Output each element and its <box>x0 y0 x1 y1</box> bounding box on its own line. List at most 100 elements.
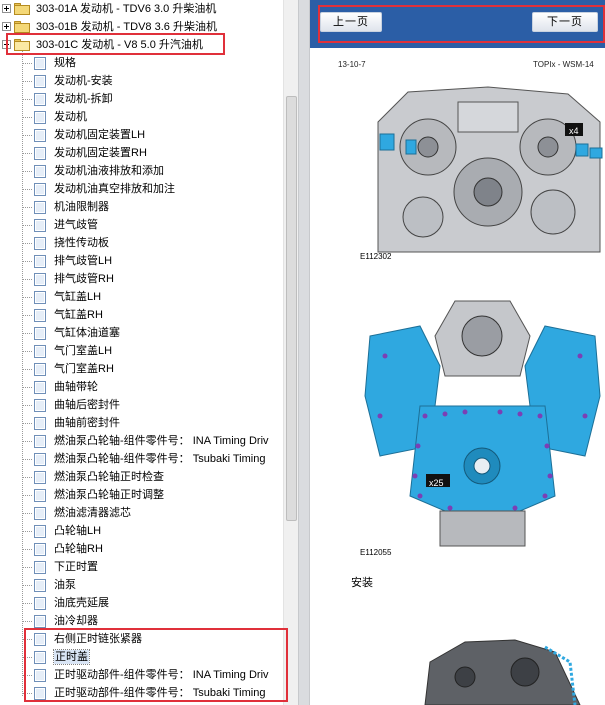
section-title: 安装 <box>351 576 373 589</box>
tree-item-label: 气缸盖RH <box>54 309 103 321</box>
tree-item-row[interactable]: 正时驱动部件-组件零件号： INA Timing Driv <box>0 666 283 684</box>
tree-item-label: 正时驱动部件-组件零件号： Tsubaki Timing <box>54 687 266 699</box>
tree-item-row[interactable]: 气缸盖LH <box>0 288 283 306</box>
tree-item-label: 右侧正时链张紧器 <box>54 633 142 645</box>
previous-page-button[interactable]: 上一页 <box>320 12 382 32</box>
tree-item-row[interactable]: 燃油滤清器滤芯 <box>0 504 283 522</box>
tree-connector <box>22 405 32 406</box>
navigation-tree: 303-01A 发动机 - TDV6 3.0 升柴油机 303-01B 发动机 -… <box>0 0 283 705</box>
tree-connector <box>22 315 32 316</box>
tree-item-row[interactable]: 气门室盖RH <box>0 360 283 378</box>
document-icon <box>34 111 46 124</box>
tree-item-label: 挠性传动板 <box>54 237 109 249</box>
document-icon <box>34 219 46 232</box>
tree-connector <box>22 693 32 694</box>
document-icon <box>34 201 46 214</box>
tree-connector <box>22 207 32 208</box>
tree-connector <box>22 189 32 190</box>
tree-item-row[interactable]: 曲轴前密封件 <box>0 414 283 432</box>
tree-connector <box>22 621 32 622</box>
document-icon <box>34 507 46 520</box>
tree-item-row[interactable]: 气缸体油道塞 <box>0 324 283 342</box>
tree-item-label: 燃油泵凸轮轴正时调整 <box>54 489 164 501</box>
tree-item-row[interactable]: 气缸盖RH <box>0 306 283 324</box>
document-icon <box>34 75 46 88</box>
document-icon <box>34 399 46 412</box>
document-icon <box>34 651 46 664</box>
tree-item-row[interactable]: 发动机固定装置LH <box>0 126 283 144</box>
folder-icon <box>14 21 30 33</box>
tree-item-row[interactable]: 发动机-安装 <box>0 72 283 90</box>
scrollbar-thumb[interactable] <box>286 96 297 521</box>
expand-toggle-icon[interactable] <box>2 4 11 13</box>
tree-connector <box>22 567 32 568</box>
tree-connector <box>22 423 32 424</box>
tree-item-row[interactable]: 凸轮轴LH <box>0 522 283 540</box>
tree-item-row[interactable]: 发动机油液排放和添加 <box>0 162 283 180</box>
tree-item-row[interactable]: 规格 <box>0 54 283 72</box>
tree-item-label: 凸轮轴RH <box>54 543 103 555</box>
tree-item-row[interactable]: 油冷却器 <box>0 612 283 630</box>
tree-item-row[interactable]: 燃油泵凸轮轴正时调整 <box>0 486 283 504</box>
tree-item-row[interactable]: 燃油泵凸轮轴-组件零件号： INA Timing Driv <box>0 432 283 450</box>
tree-item-row[interactable]: 气门室盖LH <box>0 342 283 360</box>
tree-item-label: 排气歧管LH <box>54 255 113 267</box>
tree-item-row[interactable]: 进气歧管 <box>0 216 283 234</box>
tree-item-row[interactable]: 燃油泵凸轮轴-组件零件号： Tsubaki Timing <box>0 450 283 468</box>
tree-item-label: 曲轴前密封件 <box>54 417 120 429</box>
tree-item-label: 发动机固定装置RH <box>54 147 147 159</box>
tree-item-label: 气门室盖RH <box>54 363 114 375</box>
tree-item-label: 油冷却器 <box>54 615 98 627</box>
tree-item-label: 凸轮轴LH <box>54 525 102 537</box>
expand-toggle-icon[interactable] <box>2 22 11 31</box>
tree-item-row[interactable]: 曲轴后密封件 <box>0 396 283 414</box>
tree-item-row[interactable]: 曲轴带轮 <box>0 378 283 396</box>
document-icon <box>34 561 46 574</box>
tree-item-row[interactable]: 燃油泵凸轮轴正时检查 <box>0 468 283 486</box>
document-icon <box>34 597 46 610</box>
tree-item-label: 机油限制器 <box>54 201 109 213</box>
tree-connector <box>22 675 32 676</box>
tree-item-row[interactable]: 挠性传动板 <box>0 234 283 252</box>
tree-folder-row[interactable]: 303-01A 发动机 - TDV6 3.0 升柴油机 <box>0 0 283 18</box>
document-icon <box>34 255 46 268</box>
document-icon <box>34 417 46 430</box>
tree-item-row[interactable]: 正时驱动部件-组件零件号： Tsubaki Timing <box>0 684 283 702</box>
document-icon <box>34 435 46 448</box>
tree-item-row[interactable]: 发动机固定装置RH <box>0 144 283 162</box>
tree-item-label: 进气歧管 <box>54 219 98 231</box>
figure-2-code: E112055 <box>360 548 392 557</box>
tree-item-row[interactable]: 右侧正时链张紧器 <box>0 630 283 648</box>
tree-scrollbar[interactable] <box>283 0 577 705</box>
document-code: TOPIx - WSM-14 <box>533 60 594 69</box>
tree-item-label: 燃油滤清器滤芯 <box>54 507 131 519</box>
print-date: 13-10-7 <box>338 60 366 69</box>
tree-item-row[interactable]: 正时盖 <box>0 648 283 666</box>
document-icon <box>34 183 46 196</box>
tree-item-row[interactable]: 机油限制器 <box>0 198 283 216</box>
next-page-button[interactable]: 下一页 <box>532 12 598 32</box>
tree-item-label: 曲轴后密封件 <box>54 399 120 411</box>
tree-item-label: 油底壳延展 <box>54 597 109 609</box>
tree-item-label: 排气歧管RH <box>54 273 114 285</box>
document-icon <box>34 363 46 376</box>
tree-folder-row[interactable]: 303-01B 发动机 - TDV8 3.6 升柴油机 <box>0 18 283 36</box>
tree-item-row[interactable]: 油底壳延展 <box>0 594 283 612</box>
collapse-toggle-icon[interactable] <box>2 40 11 49</box>
tree-connector <box>22 351 32 352</box>
pane-splitter[interactable] <box>298 0 310 705</box>
tree-connector <box>22 441 32 442</box>
engine-figure-2 <box>364 300 601 547</box>
tree-folder-row[interactable]: 303-01C 发动机 - V8 5.0 升汽油机 <box>0 36 283 54</box>
tree-item-row[interactable]: 凸轮轴RH <box>0 540 283 558</box>
tree-item-row[interactable]: 发动机油真空排放和加注 <box>0 180 283 198</box>
tree-connector <box>22 549 32 550</box>
tree-item-row[interactable]: 发动机 <box>0 108 283 126</box>
tree-connector <box>22 99 32 100</box>
tree-item-row[interactable]: 油泵 <box>0 576 283 594</box>
folder-icon <box>14 39 30 51</box>
tree-item-row[interactable]: 发动机-拆卸 <box>0 90 283 108</box>
tree-item-row[interactable]: 排气歧管RH <box>0 270 283 288</box>
tree-item-row[interactable]: 下正时置 <box>0 558 283 576</box>
tree-item-row[interactable]: 排气歧管LH <box>0 252 283 270</box>
